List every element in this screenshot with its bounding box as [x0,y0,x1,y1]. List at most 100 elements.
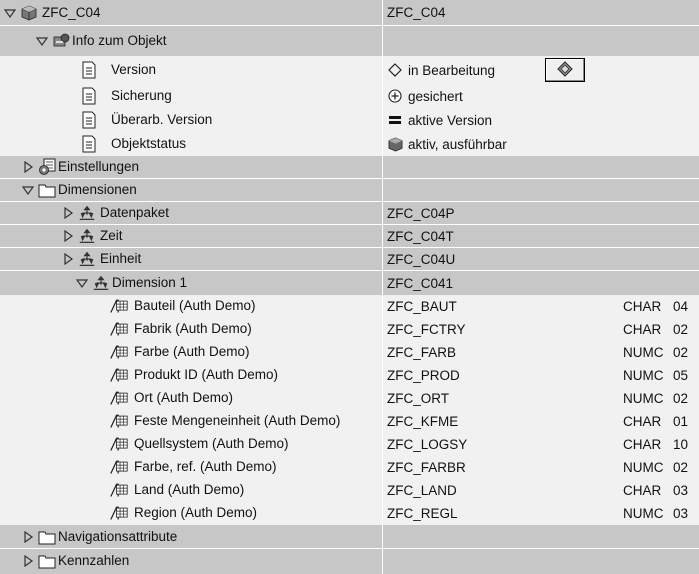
characteristic-label: Feste Mengeneinheit (Auth Demo) [134,413,341,428]
dimension1-technical-name: ZFC_C041 [387,275,454,291]
characteristic-label: Produkt ID (Auth Demo) [134,367,279,382]
characteristic-label: Farbe (Auth Demo) [134,344,250,359]
collapse-icon[interactable] [76,277,88,289]
expand-icon[interactable] [22,161,34,173]
dimensionen-label: Dimensionen [58,182,137,197]
expand-icon[interactable] [22,531,34,543]
einheit-technical-name: ZFC_C04U [387,251,456,267]
characteristic-technical-name: ZFC_FARB [387,345,457,360]
ueberarb-value: aktive Version [408,112,493,128]
version-value: in Bearbeitung [408,62,496,78]
characteristic-data-type: CHAR [623,437,662,452]
characteristic-label: Ort (Auth Demo) [134,390,234,405]
folder-icon [38,528,56,546]
document-icon [80,111,98,129]
diamond-icon [387,62,403,78]
tree-row-einheit[interactable]: Einheit ZFC_C04U [0,248,699,271]
einheit-label: Einheit [100,251,142,266]
characteristic-data-type: NUMC [623,368,664,383]
characteristic-row[interactable]: Feste Mengeneinheit (Auth Demo) ZFC_KFME… [0,410,699,433]
tree-row-dimension1[interactable]: Dimension 1 ZFC_C041 [0,271,699,295]
dimension-icon [78,227,96,245]
tree-row-info[interactable]: Info zum Objekt [0,26,699,56]
info-object-icon [52,32,70,50]
characteristic-technical-name: ZFC_REGL [387,506,458,521]
zeit-technical-name: ZFC_C04T [387,228,454,244]
dimension1-label: Dimension 1 [112,275,188,290]
characteristic-row[interactable]: Region (Auth Demo) ZFC_REGL NUMC 03 [0,502,699,525]
characteristic-length: 02 [673,391,689,406]
expand-icon[interactable] [62,230,74,242]
characteristic-icon [110,320,128,338]
collapse-icon[interactable] [36,35,48,47]
expand-icon[interactable] [22,555,34,567]
tree-row-zeit[interactable]: Zeit ZFC_C04T [0,225,699,248]
characteristic-technical-name: ZFC_PROD [387,368,460,383]
infocube-icon [20,4,38,22]
characteristic-data-type: CHAR [623,299,662,314]
document-icon [80,87,98,105]
tree-row-dimensionen[interactable]: Dimensionen [0,179,699,202]
tree-row-root[interactable]: ZFC_C04 ZFC_C04 [0,0,699,26]
collapse-icon[interactable] [4,7,16,19]
characteristic-length: 02 [673,460,689,475]
characteristic-row[interactable]: Produkt ID (Auth Demo) ZFC_PROD NUMC 05 [0,364,699,387]
characteristic-icon [110,481,128,499]
dimension-icon [78,204,96,222]
characteristic-technical-name: ZFC_LOGSY [387,437,468,452]
tree-row-kennzahlen[interactable]: Kennzahlen [0,549,699,574]
characteristic-data-type: NUMC [623,506,664,521]
tree-row-sicherung[interactable]: Sicherung gesichert [0,84,699,108]
characteristic-row[interactable]: Quellsystem (Auth Demo) ZFC_LOGSY CHAR 1… [0,433,699,456]
characteristic-data-type: NUMC [623,345,664,360]
characteristic-data-type: CHAR [623,322,662,337]
characteristic-row[interactable]: Ort (Auth Demo) ZFC_ORT NUMC 02 [0,387,699,410]
characteristic-row[interactable]: Farbe, ref. (Auth Demo) ZFC_FARBR NUMC 0… [0,456,699,479]
characteristic-technical-name: ZFC_KFME [387,414,459,429]
tree-row-einstellungen[interactable]: Einstellungen [0,156,699,179]
dimension-icon [92,274,110,292]
sicherung-value: gesichert [408,88,463,104]
root-label: ZFC_C04 [42,5,101,20]
characteristic-length: 02 [673,345,689,360]
characteristic-label: Land (Auth Demo) [134,482,245,497]
folder-icon [38,181,56,199]
tree-row-objektstatus[interactable]: Objektstatus aktiv, ausführbar [0,132,699,156]
characteristic-length: 10 [673,437,689,452]
characteristic-icon [110,343,128,361]
characteristic-length: 02 [673,322,689,337]
characteristic-label: Region (Auth Demo) [134,505,258,520]
tree-row-ueberarb[interactable]: Überarb. Version aktive Version [0,108,699,132]
characteristic-icon [110,435,128,453]
settings-icon [38,158,56,176]
characteristic-length: 03 [673,483,689,498]
characteristic-label: Bauteil (Auth Demo) [134,298,256,313]
characteristic-technical-name: ZFC_FCTRY [387,322,466,337]
navigationsattribute-label: Navigationsattribute [58,529,178,544]
activate-icon [555,60,575,81]
expand-icon[interactable] [62,253,74,265]
tree-row-version[interactable]: Version in Bearbeitung [0,56,699,84]
characteristic-icon [110,458,128,476]
characteristic-row[interactable]: Bauteil (Auth Demo) ZFC_BAUT CHAR 04 [0,295,699,318]
sicherung-label: Sicherung [111,88,172,103]
dimension-icon [78,250,96,268]
collapse-icon[interactable] [22,184,34,196]
tree-row-datenpaket[interactable]: Datenpaket ZFC_C04P [0,202,699,225]
characteristic-data-type: CHAR [623,483,662,498]
characteristic-row[interactable]: Fabrik (Auth Demo) ZFC_FCTRY CHAR 02 [0,318,699,341]
characteristic-icon [110,389,128,407]
characteristic-row[interactable]: Land (Auth Demo) ZFC_LAND CHAR 03 [0,479,699,502]
root-technical-name: ZFC_C04 [387,5,446,20]
characteristic-label: Fabrik (Auth Demo) [134,321,252,336]
datenpaket-technical-name: ZFC_C04P [387,205,455,221]
version-label: Version [111,62,157,77]
datenpaket-label: Datenpaket [100,205,170,220]
expand-icon[interactable] [62,207,74,219]
characteristic-row[interactable]: Farbe (Auth Demo) ZFC_FARB NUMC 02 [0,341,699,364]
objektstatus-label: Objektstatus [111,136,187,151]
equals-icon [387,112,403,128]
activate-button[interactable] [545,58,585,82]
tree-row-navigationsattribute[interactable]: Navigationsattribute [0,525,699,549]
document-icon [80,135,98,153]
